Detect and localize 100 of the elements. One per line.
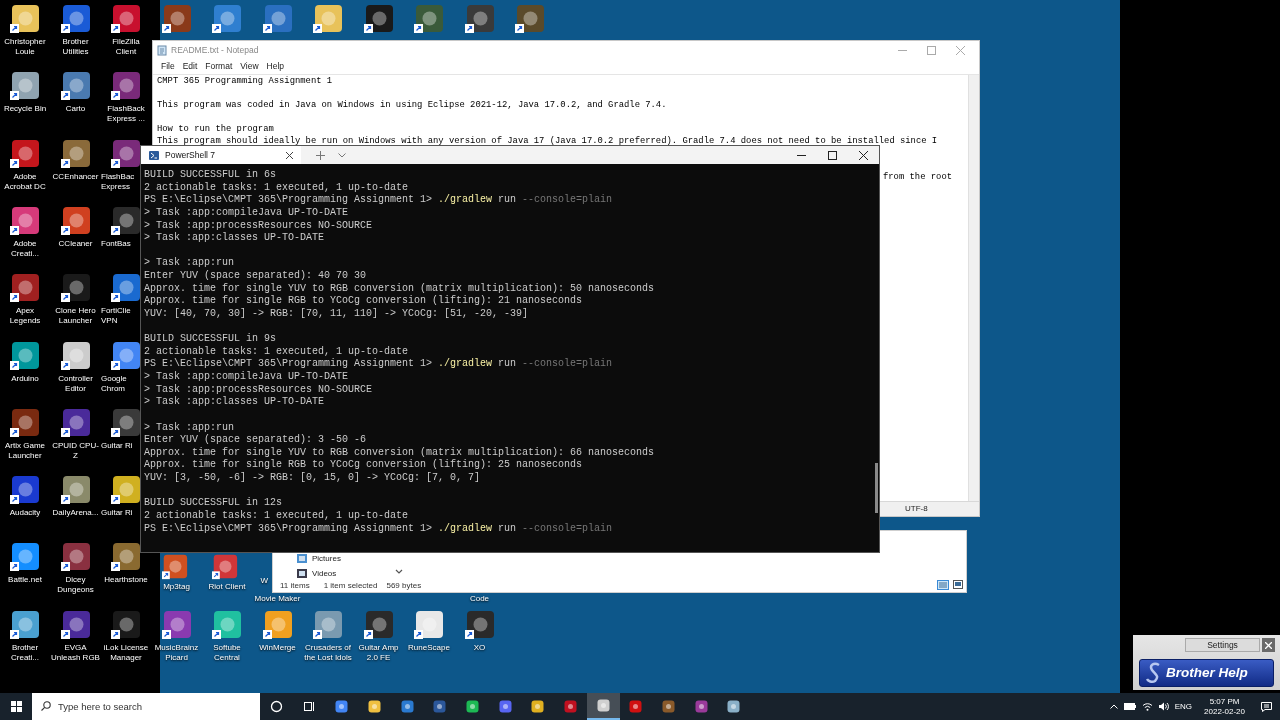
icon-label: DailyArena... (51, 508, 100, 519)
app-icon[interactable] (111, 205, 141, 236)
app-icon (433, 700, 447, 713)
details-view-icon[interactable] (937, 580, 949, 590)
clock[interactable]: 5:07 PM 2022-02-20 (1198, 696, 1251, 717)
help-button[interactable]: Brother Help (1139, 659, 1274, 687)
app-icon[interactable] (60, 542, 91, 573)
scrollbar-thumb[interactable] (875, 463, 878, 513)
app-icon[interactable] (10, 475, 40, 506)
app-icon[interactable] (515, 4, 545, 34)
app-icon[interactable] (212, 609, 242, 640)
language-indicator[interactable]: ENG (1174, 700, 1193, 713)
chevron-up-icon[interactable] (1109, 704, 1118, 709)
icon-label: FlashBack Express ... (106, 104, 146, 125)
app-icon[interactable] (111, 4, 141, 34)
wifi-icon[interactable] (1141, 702, 1153, 711)
app-icon[interactable] (111, 273, 141, 304)
icon-label: Dicey Dungeons (56, 575, 95, 596)
app-icon (335, 700, 349, 713)
settings-button[interactable]: Settings (1185, 638, 1260, 652)
icon-label: FortiClie VPN (101, 306, 132, 327)
app-icon[interactable] (464, 4, 495, 34)
icon-label: Brother Creati... (10, 642, 40, 663)
taskbar-button[interactable] (586, 693, 620, 720)
menu-item[interactable]: Format (205, 60, 233, 73)
notepad-icon (157, 44, 167, 56)
large-icons-view-icon[interactable] (953, 580, 963, 589)
close-icon[interactable] (286, 151, 293, 159)
terminal-line: > Task :app:classes UP-TO-DATE (144, 232, 326, 245)
close-icon (1265, 641, 1272, 649)
app-icon[interactable] (60, 340, 91, 371)
minimize-icon (898, 49, 907, 51)
app-icon[interactable] (60, 4, 91, 34)
app-icon[interactable] (10, 407, 40, 438)
terminal-tab[interactable]: PowerShell 7 (141, 146, 301, 164)
app-icon[interactable] (363, 4, 394, 34)
menu-item[interactable]: File (161, 60, 175, 73)
text-line: from the root (883, 172, 952, 182)
icon-label: Apex Legends (8, 306, 42, 327)
scrollbar[interactable] (968, 75, 979, 501)
app-icon[interactable] (10, 205, 40, 236)
terminal-line: BUILD SUCCESSFUL in 9s (144, 333, 278, 346)
text-line: CMPT 365 Programming Assignment 1 (157, 75, 334, 87)
app-icon[interactable] (414, 4, 444, 34)
app-icon[interactable] (111, 475, 141, 506)
terminal-line: YUV: [3, -50, -6] -> RGB: [0, 15, 0] -> YCoCg: [7, 0, 7] (144, 472, 482, 485)
app-icon[interactable] (111, 407, 141, 438)
app-icon[interactable] (414, 609, 444, 640)
app-icon[interactable] (60, 273, 91, 304)
nav-item[interactable]: Pictures (281, 551, 406, 566)
app-icon[interactable] (111, 71, 141, 102)
app-icon[interactable] (10, 273, 40, 304)
terminal-line: Enter YUV (space separated): 3 -50 -6 (144, 434, 368, 447)
app-icon[interactable] (111, 138, 141, 169)
app-icon[interactable] (161, 4, 192, 34)
close-icon (956, 45, 965, 55)
app-icon[interactable] (313, 4, 343, 34)
terminal-line: Approx. time for single RGB to YCoCg conversion (lifting): 25 nanoseconds (144, 459, 584, 472)
notification-icon[interactable] (1261, 701, 1272, 712)
app-icon (531, 700, 545, 713)
app-icon[interactable] (10, 609, 40, 640)
app-icon[interactable] (111, 609, 141, 640)
terminal-line: Approx. time for single RGB to YCoCg conversion (lifting): 21 nanoseconds (144, 295, 584, 308)
app-icon[interactable] (262, 4, 293, 34)
app-icon[interactable] (313, 609, 343, 640)
app-icon[interactable] (10, 4, 40, 34)
app-icon[interactable] (60, 609, 91, 640)
app-icon[interactable] (212, 4, 242, 34)
chevron-down-icon[interactable] (395, 569, 403, 575)
app-icon[interactable] (10, 340, 40, 371)
battery-icon[interactable] (1123, 703, 1136, 710)
nav-item[interactable]: Videos (281, 566, 406, 581)
menu-item[interactable]: Edit (182, 60, 198, 73)
icon-label: FlashBac Express (101, 171, 136, 192)
icon-label: FileZilla Client (111, 37, 141, 57)
app-icon[interactable] (60, 138, 91, 169)
menu-item[interactable]: View (240, 60, 259, 73)
speaker-icon[interactable] (1158, 702, 1169, 711)
icon-label: Google Chrom (101, 373, 128, 394)
app-icon[interactable] (111, 542, 141, 573)
app-icon[interactable] (60, 205, 91, 236)
windows-logo-icon (10, 701, 22, 712)
terminal-line: 2 actionable tasks: 1 executed, 1 up-to-date (144, 345, 410, 358)
app-icon[interactable] (111, 340, 141, 371)
icon-label: Code (468, 594, 491, 604)
app-icon[interactable] (10, 71, 40, 102)
app-icon[interactable] (60, 71, 91, 102)
app-icon[interactable] (10, 138, 40, 169)
app-icon[interactable] (10, 542, 40, 573)
icon-label: CPUID CPU-Z (51, 440, 100, 461)
app-icon[interactable] (60, 407, 91, 438)
app-icon[interactable] (60, 475, 91, 506)
icon-label: Crusaders of the Lost Idols (303, 642, 353, 663)
menu-item[interactable]: Help (266, 60, 285, 73)
icon-label: Brother Utilities (61, 37, 90, 57)
icon-label: Clone Hero Launcher (54, 306, 97, 327)
icon-label: RuneScape (407, 642, 451, 653)
terminal-line: > Task :app:run (144, 257, 235, 270)
search-field[interactable]: Type here to search (32, 693, 260, 720)
icon-label: Riot Client (207, 582, 247, 592)
